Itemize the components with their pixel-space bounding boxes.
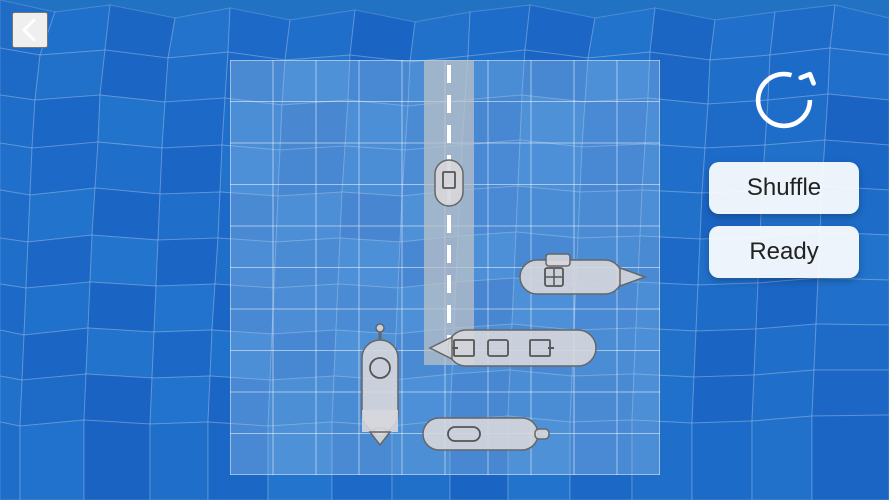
shuffle-button[interactable]: Shuffle (709, 162, 859, 214)
back-button[interactable] (12, 12, 48, 48)
game-board (230, 60, 660, 475)
ready-label: Ready (749, 238, 818, 266)
shuffle-label: Shuffle (747, 174, 821, 202)
rotate-icon (747, 63, 821, 137)
ready-button[interactable]: Ready (709, 226, 859, 278)
back-icon (16, 16, 44, 44)
right-panel: Shuffle Ready (699, 60, 869, 278)
rotate-button[interactable] (744, 60, 824, 140)
grid-svg (230, 60, 660, 475)
